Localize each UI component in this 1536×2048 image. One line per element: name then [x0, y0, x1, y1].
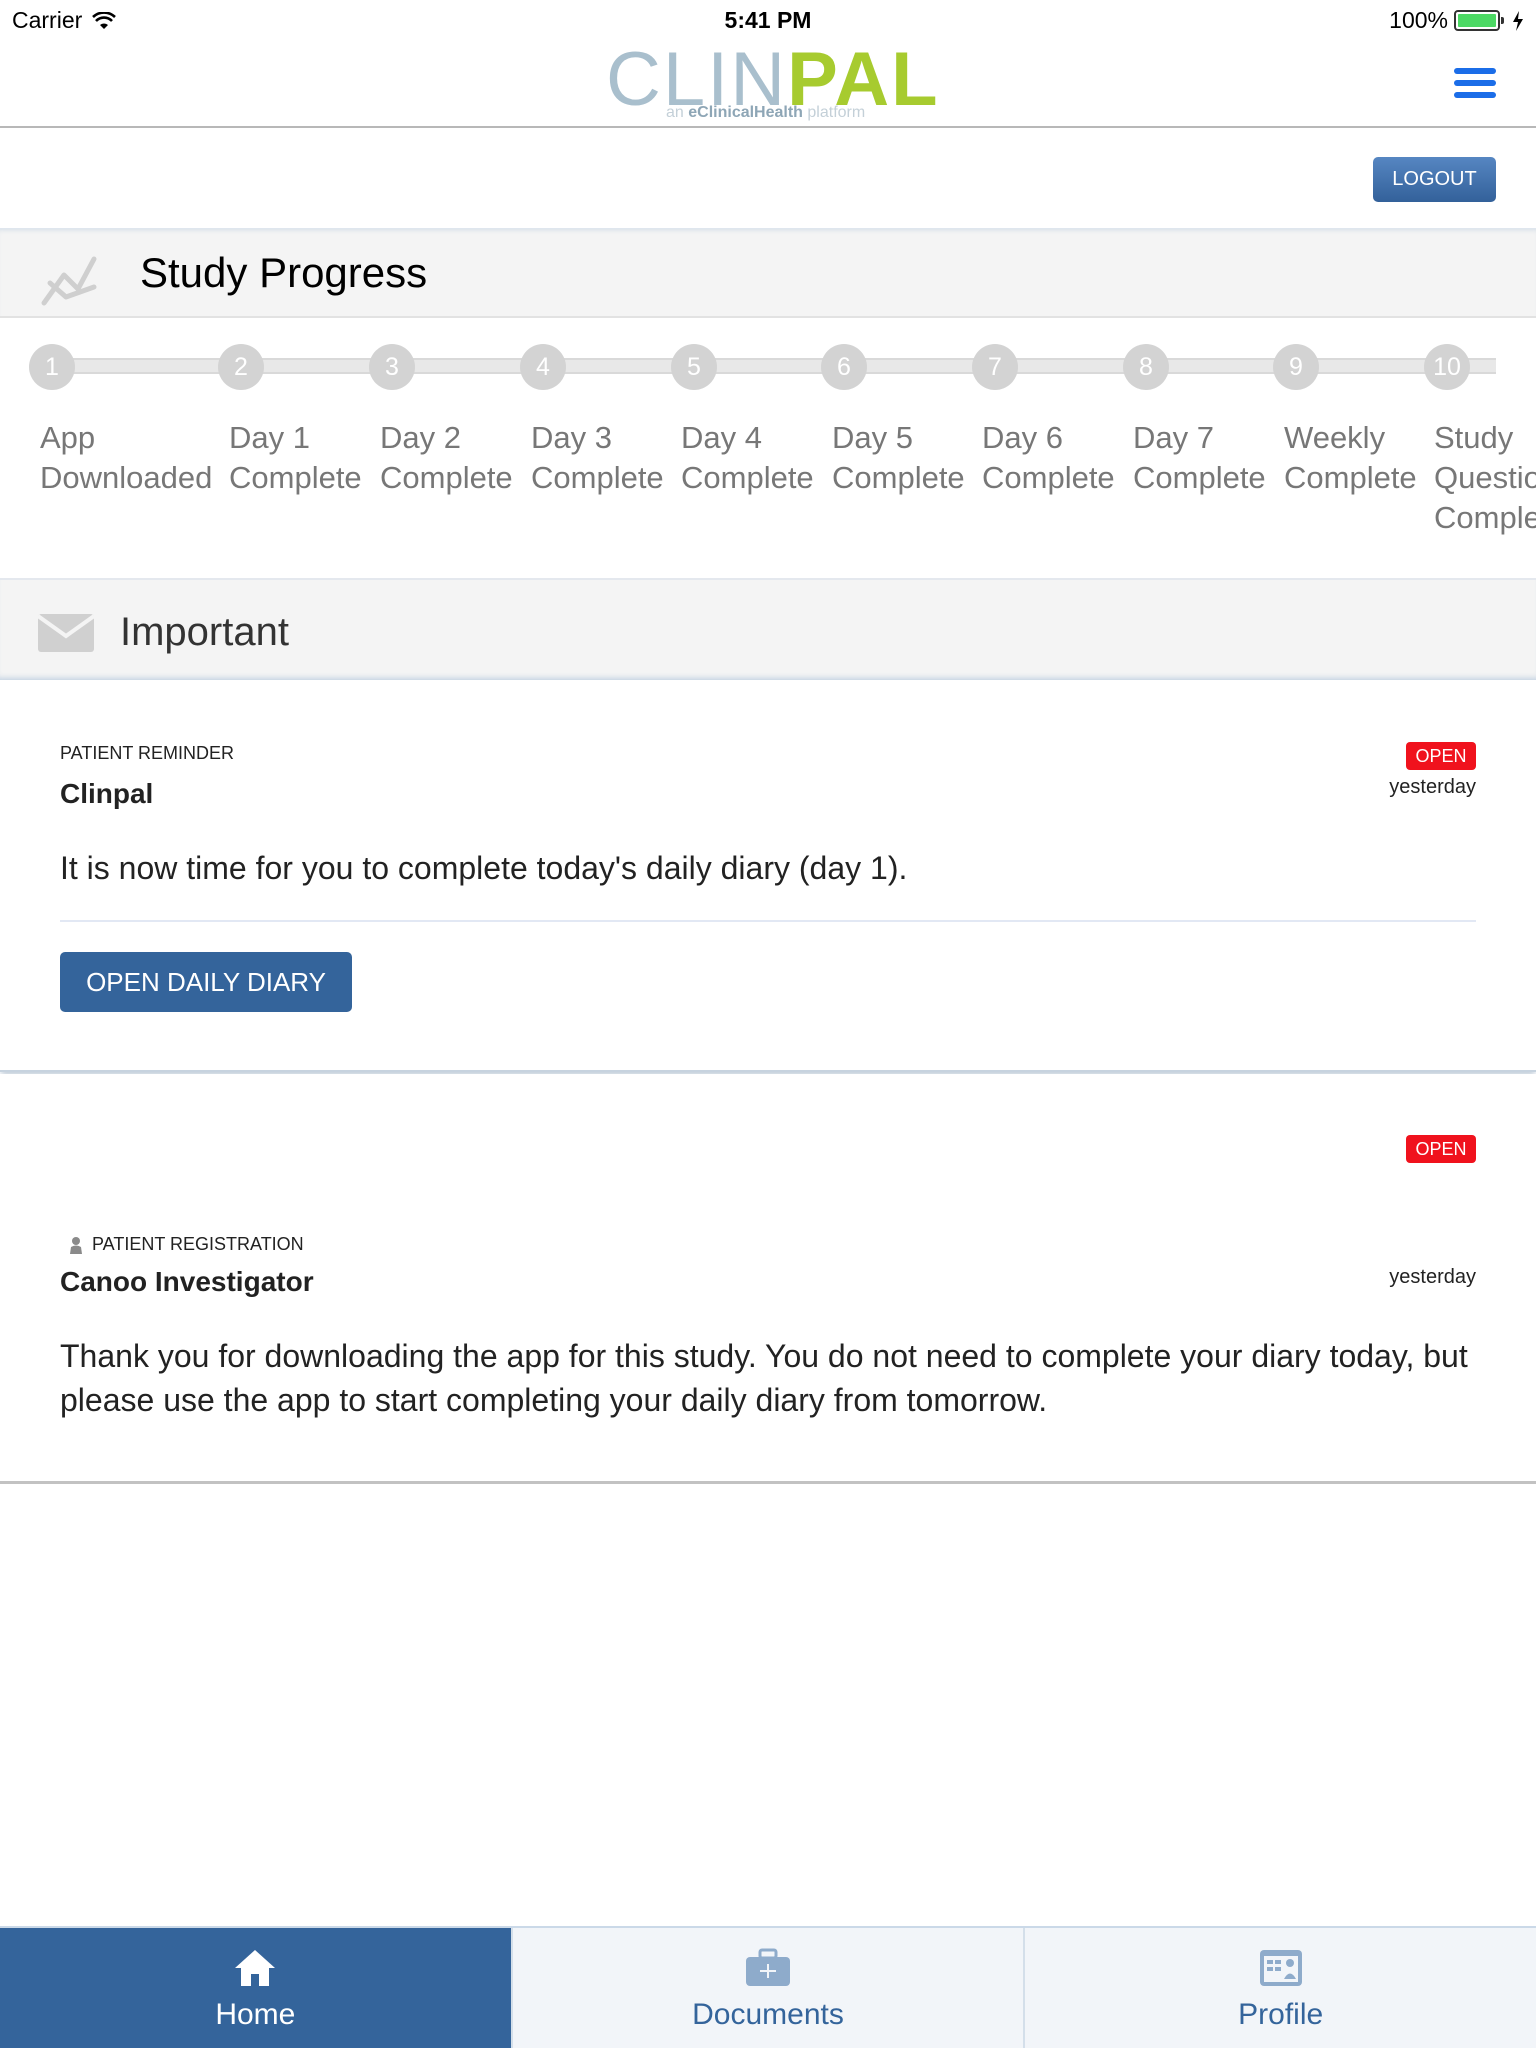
- bottom-tab-bar: Home Documents Profile: [0, 1926, 1536, 2048]
- tab-profile-label: Profile: [1238, 1998, 1324, 2031]
- battery-percent: 100%: [1389, 7, 1448, 33]
- briefcase-icon: [746, 1948, 790, 1986]
- step-label: Day 5 Complete: [832, 420, 965, 495]
- step-number-circle: 7: [972, 344, 1018, 390]
- step-label: App Downloaded: [40, 420, 213, 495]
- step-number-circle: 9: [1273, 344, 1319, 390]
- step-number-circle: 4: [520, 344, 566, 390]
- step-number-circle: 8: [1123, 344, 1169, 390]
- step-number-circle: 2: [218, 344, 264, 390]
- progress-stepper: 1 App Downloaded 2 Day 1 Complete 3 Day 2 Comple…: [0, 318, 1536, 578]
- study-progress-title: Study Progress: [140, 249, 428, 296]
- status-bar: Carrier 5:41 PM 100%: [0, 0, 1536, 40]
- step-label: Day 3 Complete: [531, 420, 664, 495]
- step-label: Weekly Complete: [1284, 420, 1417, 495]
- clock: 5:41 PM: [724, 7, 812, 33]
- tab-profile[interactable]: Profile: [1025, 1928, 1536, 2048]
- step-number-circle: 3: [369, 344, 415, 390]
- message-card: PATIENT REMINDER OPEN yesterday Clinpal …: [0, 680, 1536, 1072]
- message-sender: Canoo Investigator: [60, 1266, 314, 1297]
- step-label: Day 2 Complete: [380, 420, 513, 495]
- step-label: Day 6 Complete: [982, 420, 1115, 495]
- id-card-icon: [1259, 1950, 1302, 1986]
- step-label: Day 7 Complete: [1133, 420, 1266, 495]
- hamburger-menu-icon[interactable]: [1454, 68, 1496, 100]
- step-number-circle: 10: [1424, 344, 1470, 390]
- message-category: PATIENT REGISTRATION: [68, 1234, 304, 1255]
- tab-home-label: Home: [215, 1998, 296, 2031]
- message-time: yesterday: [1389, 776, 1476, 798]
- step-label: Day 1 Complete: [229, 420, 362, 495]
- home-icon: [235, 1950, 276, 1986]
- important-title: Important: [120, 610, 289, 654]
- battery-status: 100%: [1389, 7, 1524, 34]
- battery-icon: [1454, 10, 1504, 31]
- message-body: It is now time for you to complete today…: [60, 850, 908, 886]
- logout-bar: LOGOUT: [0, 130, 1536, 228]
- step-number-circle: 1: [29, 344, 75, 390]
- step-label: StudyQuestionnaireComplete: [1434, 420, 1536, 535]
- divider: [60, 920, 1476, 922]
- step-number-circle: 6: [821, 344, 867, 390]
- open-daily-diary-button[interactable]: OPEN DAILY DIARY: [60, 952, 352, 1012]
- clinpal-logo: CLINPAL an eClinicalHealth platform: [606, 40, 938, 126]
- study-progress-header: Study Progress: [0, 228, 1536, 318]
- tab-documents[interactable]: Documents: [513, 1928, 1026, 2048]
- message-card: OPEN PATIENT REGISTRATION Canoo Investig…: [0, 1074, 1536, 1484]
- message-sender: Clinpal: [60, 778, 154, 809]
- status-badge: OPEN: [1406, 1135, 1476, 1163]
- step-label: Day 4 Complete: [681, 420, 814, 495]
- logout-button[interactable]: LOGOUT: [1373, 157, 1496, 202]
- person-icon: [70, 1236, 82, 1254]
- chart-line-icon: [41, 256, 97, 306]
- message-category: PATIENT REMINDER: [60, 743, 235, 763]
- tab-documents-label: Documents: [692, 1998, 844, 2031]
- envelope-icon: [38, 614, 94, 652]
- message-time: yesterday: [1389, 1266, 1476, 1288]
- tab-home[interactable]: Home: [0, 1928, 513, 2048]
- app-header: CLINPAL an eClinicalHealth platform: [0, 40, 1536, 128]
- charging-icon: [1513, 10, 1523, 31]
- important-header: Important: [0, 578, 1536, 680]
- step-number-circle: 5: [671, 344, 717, 390]
- status-badge: OPEN: [1406, 742, 1476, 770]
- message-body: Thank you for downloading the app for th…: [60, 1338, 1468, 1418]
- logo-tagline: an eClinicalHealth platform: [666, 104, 866, 121]
